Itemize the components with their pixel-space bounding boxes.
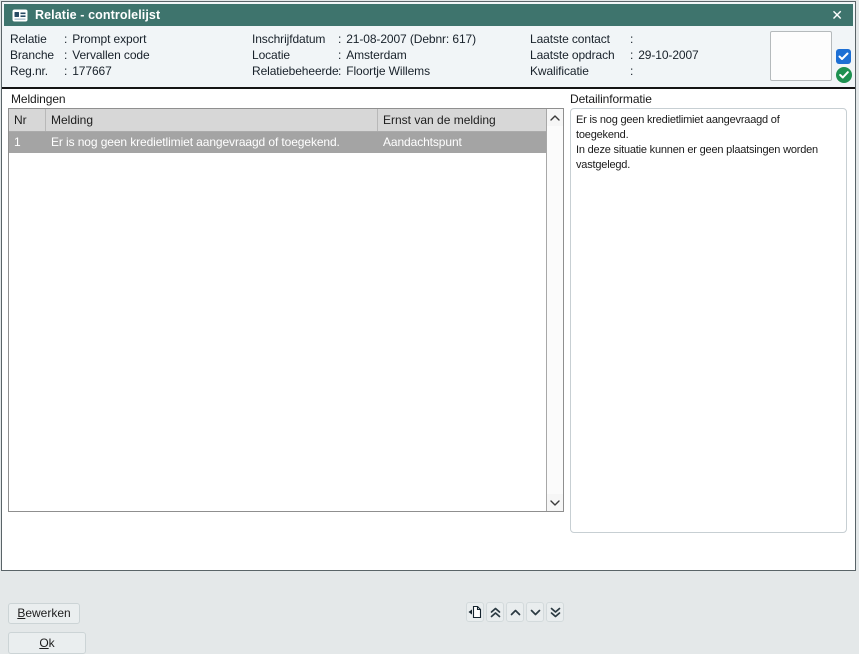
cell-nr: 1 bbox=[9, 132, 46, 153]
field-value: Vervallen code bbox=[72, 47, 149, 63]
field-kwalificatie: Kwalificatie: bbox=[530, 63, 699, 79]
status-icons bbox=[836, 49, 852, 83]
header-column-2: Inschrijfdatum:21-08-2007 (Debnr: 617) L… bbox=[252, 31, 476, 79]
move-up-button[interactable] bbox=[506, 602, 524, 622]
move-down-button[interactable] bbox=[526, 602, 544, 622]
photo-placeholder bbox=[770, 31, 832, 81]
column-header-nr[interactable]: Nr bbox=[9, 109, 46, 131]
table-row[interactable]: 1 Er is nog geen kredietlimiet aangevraa… bbox=[9, 132, 546, 153]
field-label: Laatste opdrach bbox=[530, 47, 630, 63]
close-icon[interactable]: ✕ bbox=[829, 8, 845, 22]
field-value: 177667 bbox=[72, 63, 111, 79]
field-separator: : bbox=[630, 31, 633, 47]
field-laatste-opdracht: Laatste opdrach:29-10-2007 bbox=[530, 47, 699, 63]
chevron-down-icon bbox=[530, 609, 541, 616]
bewerken-button[interactable]: Bewerken bbox=[8, 603, 80, 624]
goto-record-icon bbox=[468, 605, 482, 619]
field-value: Floortje Willems bbox=[346, 63, 430, 79]
field-locatie: Locatie: Amsterdam bbox=[252, 47, 476, 63]
field-value: 21-08-2007 (Debnr: 617) bbox=[346, 31, 476, 47]
double-chevron-down-icon bbox=[550, 607, 561, 618]
window-title: Relatie - controlelijst bbox=[35, 8, 822, 22]
field-value: 29-10-2007 bbox=[638, 47, 698, 63]
header-column-3: Laatste contact: Laatste opdrach:29-10-2… bbox=[530, 31, 699, 79]
field-label: Relatie bbox=[10, 31, 64, 47]
field-separator: : bbox=[630, 63, 633, 79]
field-label: Relatiebeheerde bbox=[252, 63, 338, 79]
bewerken-button-label: Bewerken bbox=[9, 604, 79, 623]
title-bar[interactable]: Relatie - controlelijst ✕ bbox=[4, 4, 853, 26]
goto-record-button[interactable] bbox=[466, 602, 484, 622]
column-header-ernst[interactable]: Ernst van de melding bbox=[378, 109, 546, 131]
field-separator: : bbox=[64, 31, 67, 47]
scroll-up-icon[interactable] bbox=[547, 109, 563, 126]
field-label: Laatste contact bbox=[530, 31, 630, 47]
field-branche: Branche: Vervallen code bbox=[10, 47, 150, 63]
relation-header: Relatie: Prompt export Branche: Vervallen … bbox=[2, 28, 855, 87]
field-inschrijfdatum: Inschrijfdatum:21-08-2007 (Debnr: 617) bbox=[252, 31, 476, 47]
scroll-down-icon[interactable] bbox=[547, 494, 563, 511]
field-separator: : bbox=[338, 31, 341, 47]
table-scrollbar[interactable] bbox=[546, 109, 563, 511]
move-first-button[interactable] bbox=[486, 602, 504, 622]
double-chevron-up-icon bbox=[490, 607, 501, 618]
move-last-button[interactable] bbox=[546, 602, 564, 622]
dialog-body: Meldingen Detailinformatie Nr Melding Er… bbox=[2, 89, 855, 570]
cell-melding: Er is nog geen kredietlimiet aangevraagd… bbox=[46, 132, 378, 153]
field-value: Amsterdam bbox=[346, 47, 406, 63]
contact-card-icon bbox=[12, 9, 28, 22]
column-header-melding[interactable]: Melding bbox=[46, 109, 378, 131]
approved-check-icon bbox=[836, 67, 852, 83]
field-label: Locatie bbox=[252, 47, 338, 63]
field-relatie: Relatie: Prompt export bbox=[10, 31, 150, 47]
relatie-controlelijst-dialog: Relatie - controlelijst ✕ Relatie: Prompt… bbox=[1, 1, 856, 571]
record-navigation bbox=[466, 602, 564, 622]
field-separator: : bbox=[64, 47, 67, 63]
field-label: Reg.nr. bbox=[10, 63, 64, 79]
header-column-1: Relatie: Prompt export Branche: Vervallen … bbox=[10, 31, 150, 79]
cell-ernst: Aandachtspunt bbox=[378, 132, 546, 153]
field-value: Prompt export bbox=[72, 31, 146, 47]
table-header-row: Nr Melding Ernst van de melding bbox=[9, 109, 546, 132]
ok-button-label: Ok bbox=[9, 633, 85, 653]
detail-information-pane[interactable]: Er is nog geen kredietlimiet aangevraagd… bbox=[570, 108, 847, 533]
field-separator: : bbox=[630, 47, 633, 63]
checked-checkbox-icon[interactable] bbox=[836, 49, 851, 64]
detail-section-label: Detailinformatie bbox=[570, 92, 652, 106]
field-label: Kwalificatie bbox=[530, 63, 630, 79]
field-separator: : bbox=[338, 47, 341, 63]
field-label: Inschrijfdatum bbox=[252, 31, 338, 47]
chevron-up-icon bbox=[510, 609, 521, 616]
meldingen-section-label: Meldingen bbox=[11, 92, 65, 106]
meldingen-table: Nr Melding Ernst van de melding 1 Er is … bbox=[8, 108, 564, 512]
field-separator: : bbox=[338, 63, 341, 79]
ok-button[interactable]: Ok bbox=[8, 632, 86, 654]
field-relatiebeheerder: Relatiebeheerde: Floortje Willems bbox=[252, 63, 476, 79]
field-separator: : bbox=[64, 63, 67, 79]
field-laatste-contact: Laatste contact: bbox=[530, 31, 699, 47]
field-label: Branche bbox=[10, 47, 64, 63]
field-regnr: Reg.nr.:177667 bbox=[10, 63, 150, 79]
